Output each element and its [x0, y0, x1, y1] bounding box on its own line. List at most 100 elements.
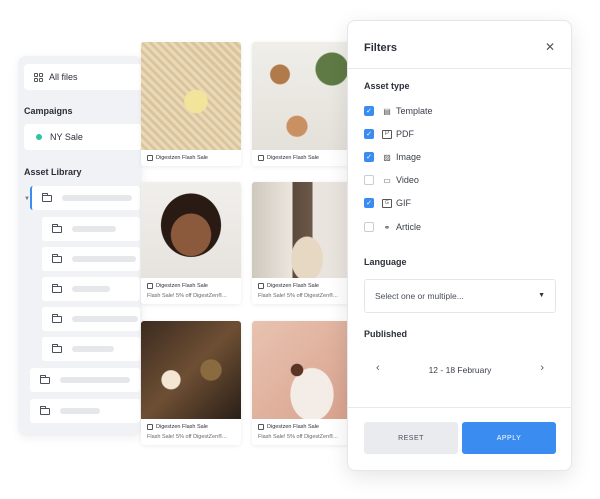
campaign-item-ny-sale[interactable]: NY Sale — [24, 124, 142, 150]
option-article[interactable]: ⚭ Article — [364, 220, 421, 234]
chevron-right-icon[interactable]: › — [540, 362, 544, 374]
folder-icon — [52, 313, 62, 323]
chevron-left-icon[interactable]: ‹ — [376, 362, 380, 374]
date-range-label: 12 - 18 February — [428, 365, 492, 375]
option-label: Video — [396, 175, 419, 185]
asset-thumbnail — [141, 321, 241, 419]
filters-panel: Filters ✕ Asset type ✓ ▤ Template ✓ P PD… — [347, 20, 572, 471]
asset-thumbnail — [252, 42, 352, 150]
library-subfolder[interactable] — [42, 247, 140, 271]
close-icon[interactable]: ✕ — [545, 40, 555, 54]
asset-thumbnail — [141, 42, 241, 150]
asset-subtitle: Flash Sale! 5% off DigestZen®... — [147, 434, 227, 440]
asset-type-label: Asset type — [364, 81, 410, 91]
library-subfolder[interactable] — [42, 277, 140, 301]
asset-subtitle: Flash Sale! 5% off DigestZen®... — [258, 434, 338, 440]
library-folder[interactable] — [30, 186, 140, 210]
template-icon — [258, 155, 264, 161]
checkbox-checked[interactable]: ✓ — [364, 106, 374, 116]
asset-card[interactable]: Digestzen Flash Sale Flash Sale! 5% off D… — [252, 182, 352, 304]
panel-footer-divider — [348, 407, 571, 408]
asset-card[interactable]: Digestzen Flash Sale — [141, 42, 241, 166]
option-label: Template — [396, 106, 433, 116]
gif-icon — [258, 424, 264, 430]
reset-button[interactable]: RESET — [364, 422, 458, 454]
chevron-down-icon: ▼ — [538, 292, 545, 299]
published-label: Published — [364, 329, 408, 339]
grid-icon — [34, 72, 43, 82]
asset-library-heading: Asset Library — [24, 167, 82, 177]
placeholder-bar — [60, 377, 130, 383]
placeholder-bar — [72, 346, 114, 352]
asset-thumbnail — [252, 321, 352, 419]
library-folder[interactable] — [30, 399, 140, 423]
library-subfolder[interactable] — [42, 217, 140, 241]
asset-subtitle: Flash Sale! 5% off DigestZen®... — [147, 293, 227, 299]
status-dot — [36, 134, 42, 140]
language-label: Language — [364, 257, 407, 267]
checkbox-checked[interactable]: ✓ — [364, 152, 374, 162]
campaign-label: NY Sale — [50, 132, 83, 142]
asset-card[interactable]: Digestzen Flash Sale Flash Sale! 5% off D… — [141, 321, 241, 445]
filters-title: Filters — [364, 42, 398, 54]
template-icon — [147, 155, 153, 161]
checkbox-unchecked[interactable] — [364, 175, 374, 185]
all-files-label: All files — [49, 72, 78, 82]
option-label: Article — [396, 222, 422, 232]
link-icon: ⚭ — [383, 222, 391, 232]
all-files-item[interactable]: All files — [24, 64, 142, 90]
placeholder-bar — [72, 316, 138, 322]
option-label: PDF — [396, 129, 414, 139]
asset-card[interactable]: Digestzen Flash Sale Flash Sale! 5% off D… — [252, 321, 352, 445]
language-placeholder: Select one or multiple... — [375, 291, 464, 301]
asset-title: Digestzen Flash Sale — [267, 424, 319, 430]
library-subfolder[interactable] — [42, 337, 140, 361]
option-video[interactable]: ▭ Video — [364, 173, 419, 187]
checkbox-checked[interactable]: ✓ — [364, 129, 374, 139]
date-range-picker: ‹ 12 - 18 February › — [364, 353, 556, 387]
option-template[interactable]: ✓ ▤ Template — [364, 104, 433, 118]
asset-subtitle: Flash Sale! 5% off DigestZen®... — [258, 293, 338, 299]
folder-icon — [52, 283, 62, 293]
asset-title: Digestzen Flash Sale — [267, 283, 319, 289]
folder-icon — [40, 374, 50, 384]
option-label: Image — [396, 152, 422, 162]
library-subfolder[interactable] — [42, 307, 140, 331]
option-label: GIF — [396, 198, 411, 208]
language-select[interactable]: Select one or multiple... ▼ — [364, 279, 556, 313]
folder-icon — [40, 405, 50, 415]
placeholder-bar — [72, 286, 110, 292]
checkbox-unchecked[interactable] — [364, 222, 374, 232]
asset-thumbnail — [141, 182, 241, 278]
placeholder-bar — [72, 226, 116, 232]
asset-thumbnail — [252, 182, 352, 278]
gif-icon — [147, 424, 153, 430]
placeholder-bar — [60, 408, 100, 414]
asset-title: Digestzen Flash Sale — [267, 155, 319, 161]
checkbox-checked[interactable]: ✓ — [364, 198, 374, 208]
folder-icon — [52, 343, 62, 353]
placeholder-bar — [72, 256, 136, 262]
folder-icon — [42, 192, 52, 202]
folder-icon — [52, 223, 62, 233]
pdf-icon: P — [382, 129, 392, 139]
library-folder[interactable] — [30, 368, 140, 392]
asset-card[interactable]: Digestzen Flash Sale — [252, 42, 352, 166]
asset-title: Digestzen Flash Sale — [156, 283, 208, 289]
asset-card[interactable]: Digestzen Flash Sale Flash Sale! 5% off D… — [141, 182, 241, 304]
video-icon: ▭ — [383, 175, 391, 185]
option-pdf[interactable]: ✓ P PDF — [364, 127, 414, 141]
template-icon: ▤ — [383, 106, 391, 116]
asset-title: Digestzen Flash Sale — [156, 424, 208, 430]
image-icon: ▨ — [383, 152, 391, 162]
gif-icon: G — [382, 198, 392, 208]
image-icon — [147, 283, 153, 289]
campaigns-heading: Campaigns — [24, 106, 73, 116]
placeholder-bar — [62, 195, 132, 201]
image-icon — [258, 283, 264, 289]
folder-icon — [52, 253, 62, 263]
apply-button[interactable]: APPLY — [462, 422, 556, 454]
option-gif[interactable]: ✓ G GIF — [364, 196, 411, 210]
option-image[interactable]: ✓ ▨ Image — [364, 150, 421, 164]
asset-title: Digestzen Flash Sale — [156, 155, 208, 161]
